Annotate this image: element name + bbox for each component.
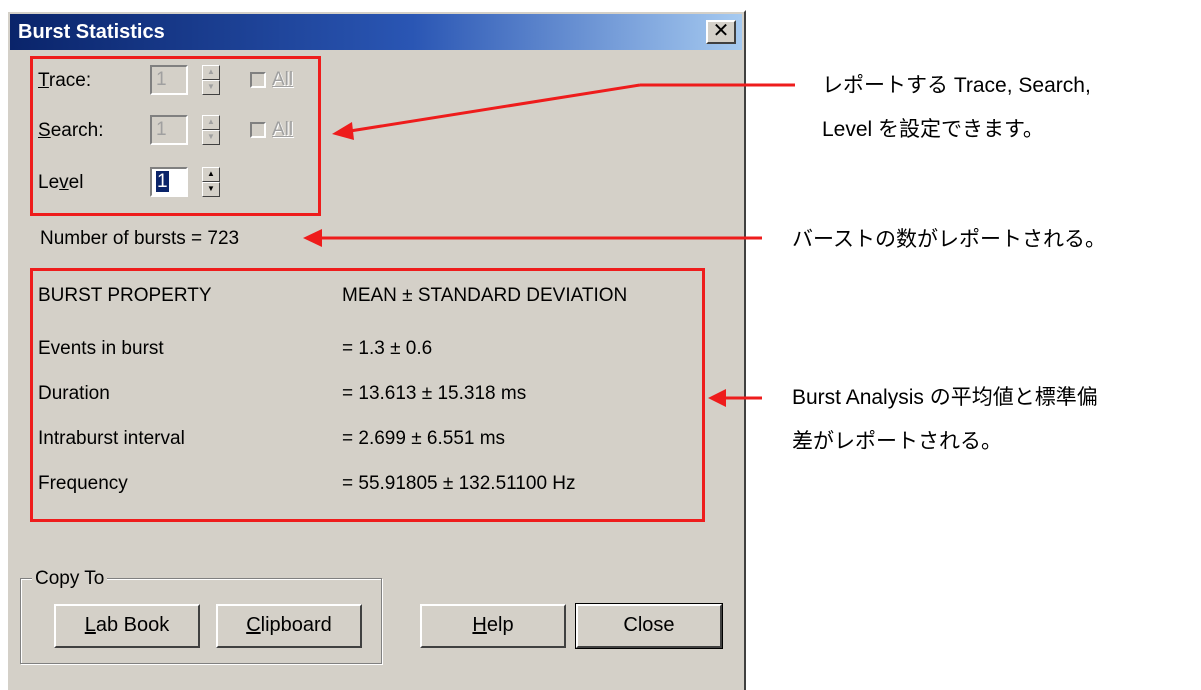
arrow1-shaft — [349, 83, 641, 133]
note-selector-line1: レポートする Trace, Search, — [822, 74, 1091, 97]
arrow3-head — [708, 389, 726, 407]
note-selector-line2: Level を設定できます。 — [822, 118, 1044, 141]
arrow2-head — [303, 229, 322, 247]
note-stats-line1: Burst Analysis の平均値と標準偏 — [792, 386, 1098, 409]
note-burst-count: バーストの数がレポートされる。 — [792, 228, 1106, 251]
note-stats-line2: 差がレポートされる。 — [792, 430, 1002, 453]
arrow1-head — [332, 122, 354, 140]
